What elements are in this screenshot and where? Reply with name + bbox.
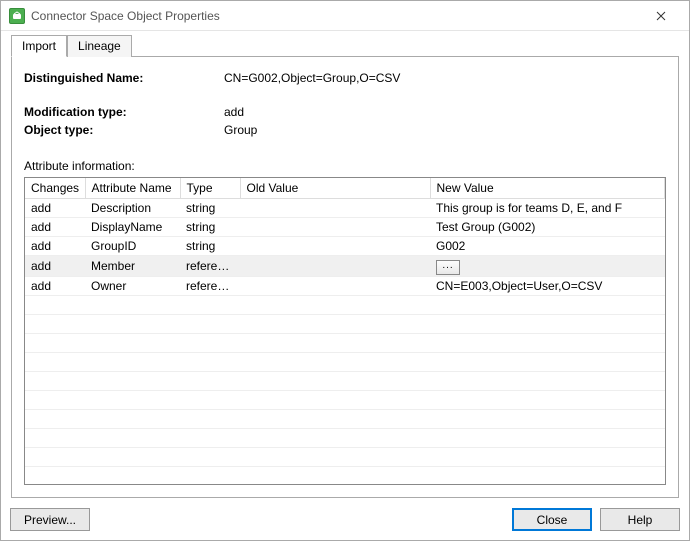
window-title: Connector Space Object Properties: [31, 9, 641, 23]
col-header-changes[interactable]: Changes: [25, 178, 85, 198]
table-row[interactable]: add Member reference ...: [25, 255, 665, 276]
cell-attr: Description: [85, 198, 180, 217]
table-row-empty: [25, 295, 665, 314]
cell-type: string: [180, 217, 240, 236]
dn-label: Distinguished Name:: [24, 71, 224, 85]
app-icon: [9, 8, 25, 24]
cell-changes: add: [25, 198, 85, 217]
content-area: Import Lineage Distinguished Name: CN=G0…: [1, 31, 689, 498]
table-row[interactable]: add DisplayName string Test Group (G002): [25, 217, 665, 236]
cell-attr: DisplayName: [85, 217, 180, 236]
ellipsis-button[interactable]: ...: [436, 260, 460, 275]
tab-strip: Import Lineage: [11, 35, 679, 57]
cell-type: string: [180, 198, 240, 217]
table-row[interactable]: add Owner reference CN=E003,Object=User,…: [25, 276, 665, 295]
cell-old: [240, 217, 430, 236]
cell-new: CN=E003,Object=User,O=CSV: [430, 276, 665, 295]
col-header-type[interactable]: Type: [180, 178, 240, 198]
table-row[interactable]: add GroupID string G002: [25, 236, 665, 255]
table-row-empty: [25, 371, 665, 390]
cell-changes: add: [25, 276, 85, 295]
table-row[interactable]: add Description string This group is for…: [25, 198, 665, 217]
table-row-empty: [25, 409, 665, 428]
cell-new: G002: [430, 236, 665, 255]
objtype-label: Object type:: [24, 123, 224, 137]
cell-old: [240, 255, 430, 276]
table-header-row: Changes Attribute Name Type Old Value Ne…: [25, 178, 665, 198]
modtype-label: Modification type:: [24, 105, 224, 119]
preview-button[interactable]: Preview...: [10, 508, 90, 531]
table-row-empty: [25, 333, 665, 352]
dn-value: CN=G002,Object=Group,O=CSV: [224, 71, 666, 85]
objtype-value: Group: [224, 123, 666, 137]
cell-old: [240, 198, 430, 217]
table-row-empty: [25, 390, 665, 409]
cell-attr: Owner: [85, 276, 180, 295]
titlebar: Connector Space Object Properties: [1, 1, 689, 31]
modtype-row: Modification type: add: [24, 105, 666, 119]
cell-new: This group is for teams D, E, and F: [430, 198, 665, 217]
cell-changes: add: [25, 236, 85, 255]
cell-changes: add: [25, 217, 85, 236]
cell-type: reference: [180, 255, 240, 276]
cell-attr: GroupID: [85, 236, 180, 255]
table-row-empty: [25, 466, 665, 485]
cell-old: [240, 236, 430, 255]
tab-pane-import: Distinguished Name: CN=G002,Object=Group…: [11, 57, 679, 498]
col-header-new[interactable]: New Value: [430, 178, 665, 198]
modtype-value: add: [224, 105, 666, 119]
help-button[interactable]: Help: [600, 508, 680, 531]
objtype-row: Object type: Group: [24, 123, 666, 137]
footer-buttons: Preview... Close Help: [10, 508, 680, 531]
cell-type: reference: [180, 276, 240, 295]
col-header-old[interactable]: Old Value: [240, 178, 430, 198]
tab-lineage[interactable]: Lineage: [67, 35, 132, 57]
cell-changes: add: [25, 255, 85, 276]
col-header-attr[interactable]: Attribute Name: [85, 178, 180, 198]
dn-row: Distinguished Name: CN=G002,Object=Group…: [24, 71, 666, 85]
close-button[interactable]: Close: [512, 508, 592, 531]
tab-import[interactable]: Import: [11, 35, 67, 57]
attribute-table: Changes Attribute Name Type Old Value Ne…: [25, 178, 665, 485]
cell-old: [240, 276, 430, 295]
table-row-empty: [25, 314, 665, 333]
table-row-empty: [25, 447, 665, 466]
table-row-empty: [25, 352, 665, 371]
cell-new: ...: [430, 255, 665, 276]
cell-type: string: [180, 236, 240, 255]
cell-new: Test Group (G002): [430, 217, 665, 236]
attribute-table-container: Changes Attribute Name Type Old Value Ne…: [24, 177, 666, 485]
table-row-empty: [25, 428, 665, 447]
window-close-button[interactable]: [641, 2, 681, 30]
cell-attr: Member: [85, 255, 180, 276]
attr-info-label: Attribute information:: [24, 159, 666, 173]
